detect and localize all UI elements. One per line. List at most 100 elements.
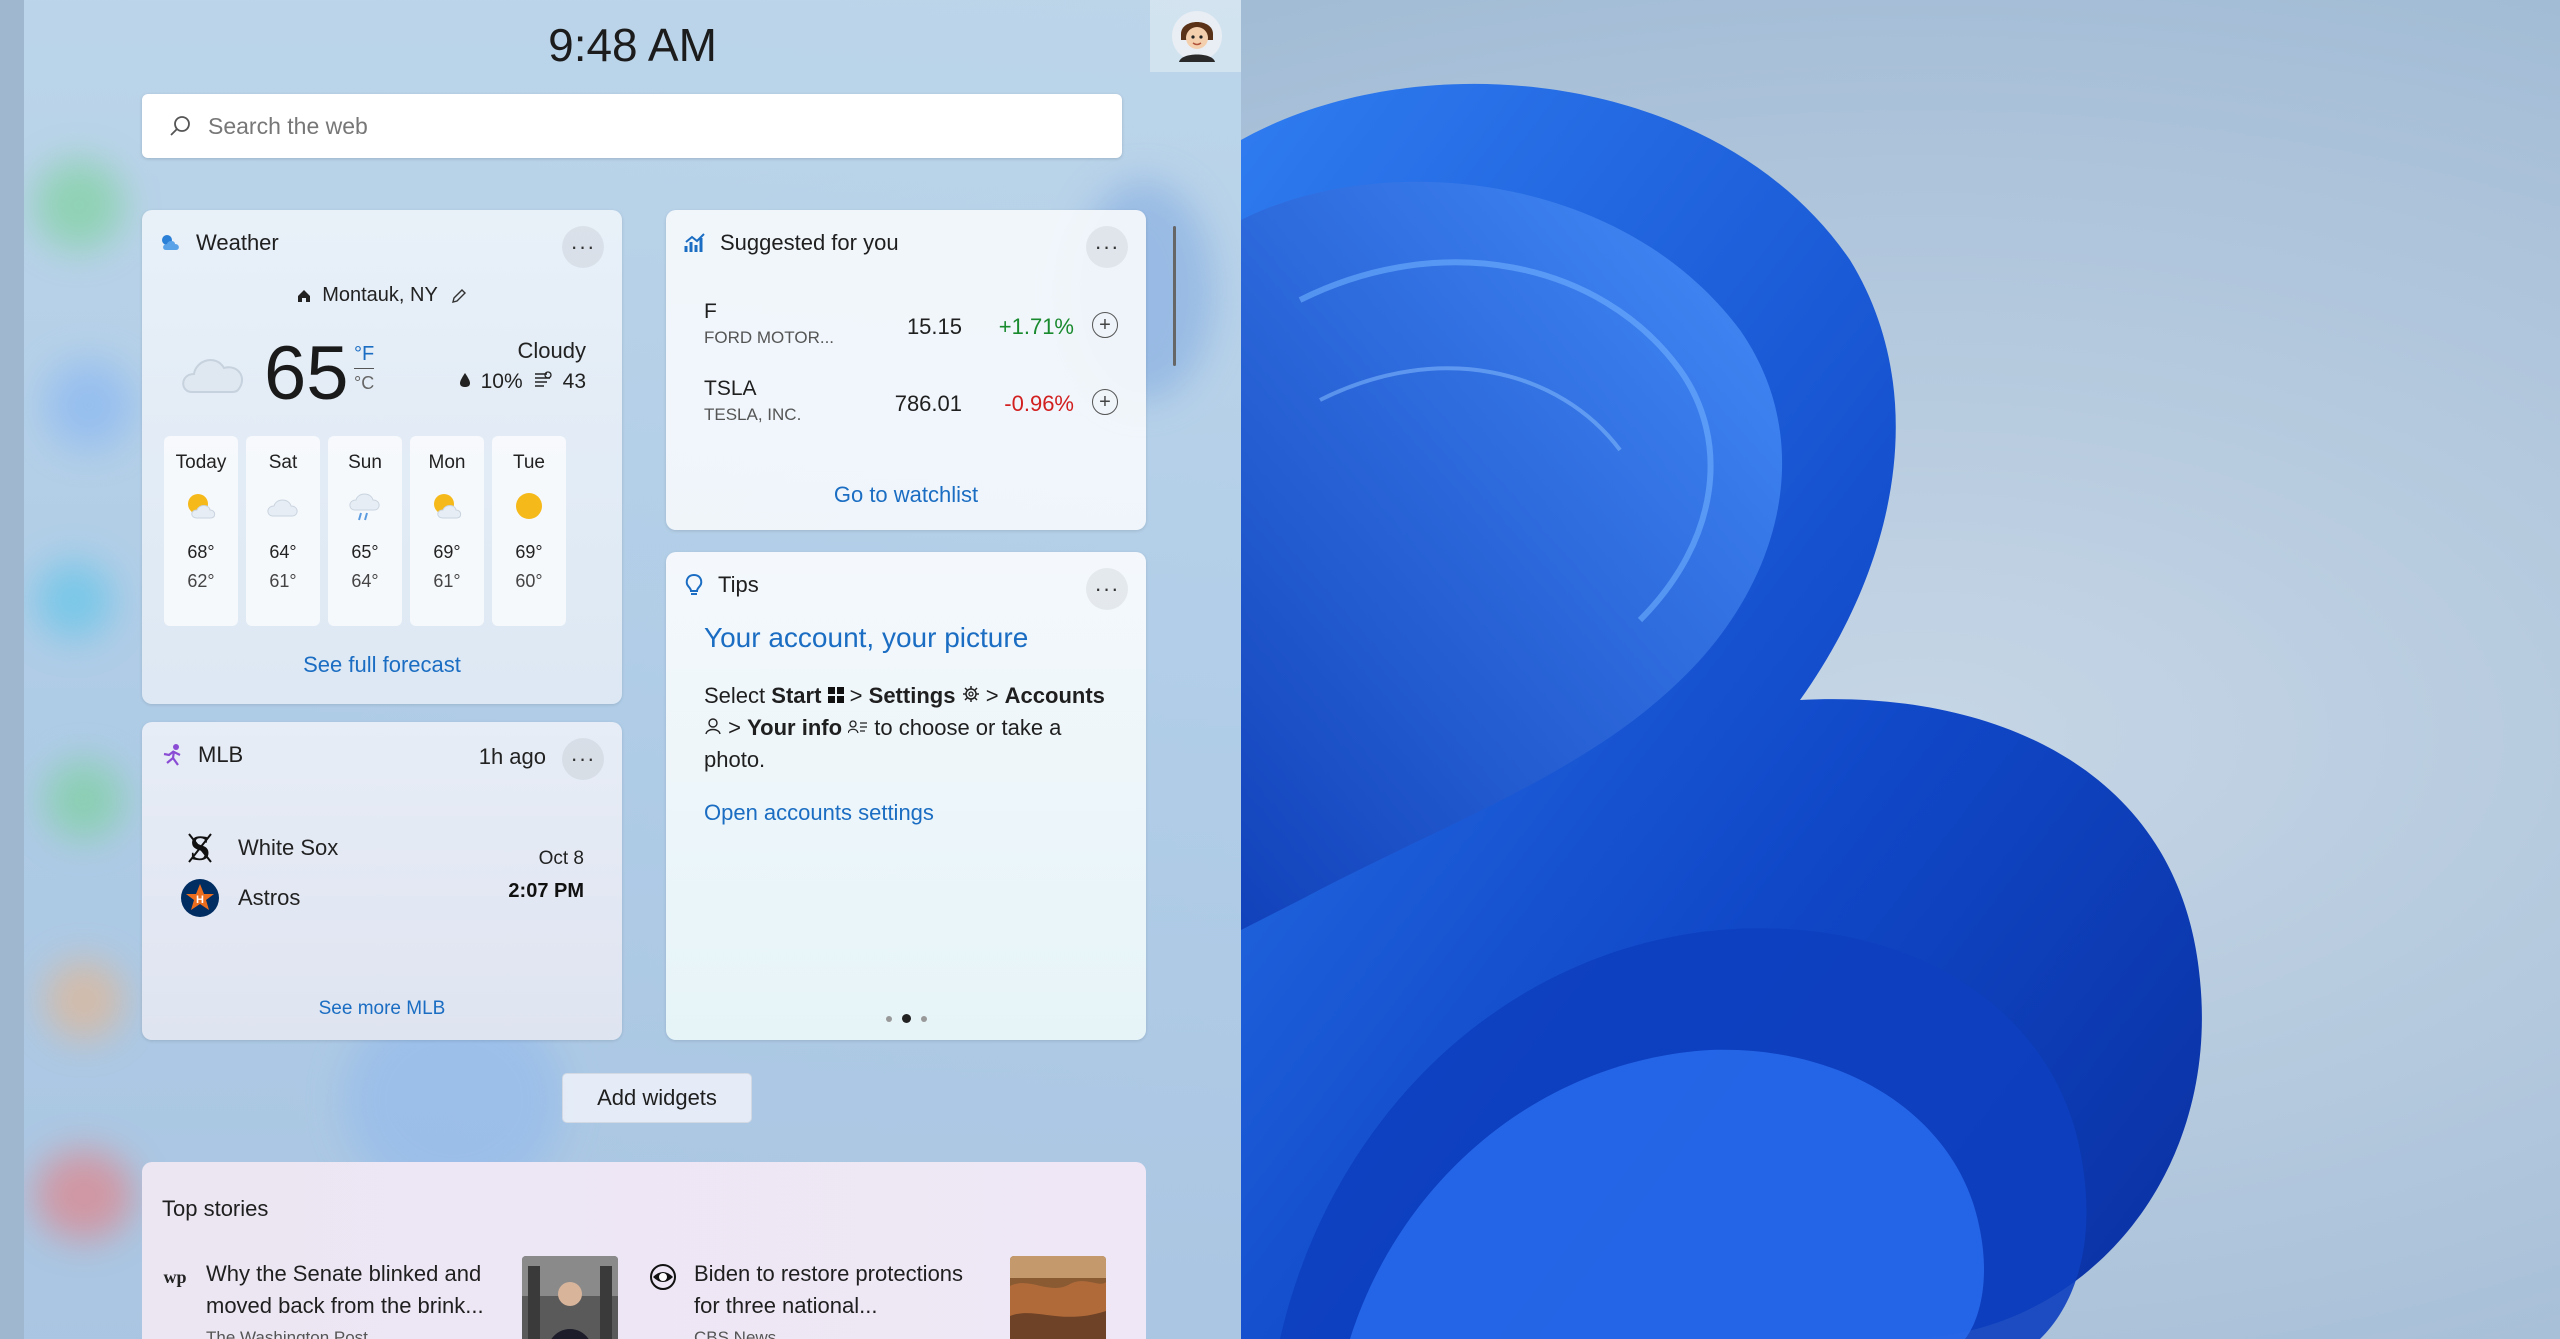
air-quality-icon [533, 370, 553, 394]
stock-row[interactable]: TSLA TESLA, INC. 786.01 -0.96% + [704, 377, 1118, 437]
lightbulb-icon [684, 573, 704, 597]
partly-sunny-icon [434, 494, 462, 519]
cloudy-icon [267, 499, 298, 517]
weather-location[interactable]: Montauk, NY [142, 284, 622, 307]
stocks-widget[interactable]: Suggested for you ··· F FORD MOTOR... 15… [666, 210, 1146, 530]
story-thumbnail[interactable] [522, 1256, 618, 1339]
team-name: White Sox [238, 835, 339, 860]
widgets-panel: 9:48 AM Weather ··· Montauk, NY [24, 0, 1241, 1339]
add-to-watchlist-button[interactable]: + [1092, 312, 1118, 338]
unit-c[interactable]: °C [354, 368, 375, 397]
go-to-watchlist-link[interactable]: Go to watchlist [666, 482, 1146, 508]
stock-name: FORD MOTOR... [704, 328, 835, 347]
unit-f[interactable]: °F [354, 340, 374, 368]
see-full-forecast-link[interactable]: See full forecast [142, 652, 622, 678]
mlb-widget[interactable]: MLB 1h ago ··· S White Sox H Astros Oct … [142, 722, 622, 1040]
top-stories-title: Top stories [162, 1196, 269, 1221]
forecast-day-label: Sat [268, 452, 298, 473]
search-icon [170, 116, 190, 136]
panel-scrollbar[interactable] [1173, 226, 1176, 366]
story-headline[interactable]: Why the Senate blinked and moved back fr… [206, 1258, 506, 1322]
cbs-eye-icon [650, 1264, 676, 1290]
baseball-runner-icon [160, 743, 184, 767]
story-card[interactable]: Biden to restore protections for three n… [650, 1256, 1120, 1339]
current-temperature: 65 [264, 331, 349, 416]
tip-separator: > [849, 683, 863, 708]
forecast-low: 62° [187, 571, 215, 591]
tip-pager[interactable] [666, 1014, 1146, 1023]
contact-card-icon [847, 720, 868, 734]
weather-widget[interactable]: Weather ··· Montauk, NY 65 °F °C Cloudy … [142, 210, 622, 704]
story-headline[interactable]: Biden to restore protections for three n… [694, 1258, 994, 1322]
stock-symbol: TSLA [704, 377, 757, 400]
edit-icon[interactable] [450, 287, 468, 305]
forecast-day[interactable]: Tue 69° 60° [492, 436, 566, 626]
stocks-more-button[interactable]: ··· [1086, 226, 1128, 268]
pager-dot[interactable] [885, 1015, 892, 1022]
forecast-high: 69° [433, 542, 461, 562]
profile-button[interactable] [1150, 0, 1241, 72]
sunny-icon [516, 493, 542, 519]
aqi-value: 43 [562, 370, 586, 393]
tips-widget[interactable]: Tips ··· Your account, your picture Sele… [666, 552, 1146, 1040]
search-input[interactable] [206, 111, 1010, 141]
story-card[interactable]: wp Why the Senate blinked and moved back… [162, 1256, 632, 1339]
rain-icon [349, 493, 380, 521]
tip-heading: Your account, your picture [704, 622, 1029, 653]
see-more-mlb-link[interactable]: See more MLB [142, 998, 622, 1020]
astros-logo: H [180, 878, 220, 918]
story-source: CBS News [694, 1328, 777, 1339]
team-name: Astros [238, 885, 301, 910]
forecast-high: 69° [515, 542, 543, 562]
weather-title: Weather [196, 230, 279, 255]
tip-accounts-label: Accounts [1004, 683, 1105, 708]
weather-widget-icon [160, 233, 182, 253]
game-date: Oct 8 [538, 848, 584, 869]
forecast-high: 68° [187, 542, 215, 562]
stock-symbol: F [704, 300, 717, 323]
mlb-updated-time: 1h ago [478, 744, 546, 769]
story-thumbnail[interactable] [1010, 1256, 1106, 1339]
stock-change: -0.96% [1004, 391, 1074, 416]
mlb-more-button[interactable]: ··· [562, 738, 604, 780]
tip-text: Select [704, 683, 766, 708]
weather-more-button[interactable]: ··· [562, 226, 604, 268]
forecast-low: 64° [351, 571, 379, 591]
location-label: Montauk, NY [322, 284, 438, 306]
weather-stats: 10% 43 [459, 370, 586, 394]
stock-chart-icon [684, 232, 706, 254]
search-box[interactable] [142, 94, 1122, 158]
tip-body: Select Start > Settings > Accounts > You… [704, 680, 1124, 776]
pager-dot-active[interactable] [901, 1014, 911, 1023]
open-accounts-settings-link[interactable]: Open accounts settings [704, 800, 934, 826]
tip-settings-label: Settings [868, 683, 956, 708]
stock-name: TESLA, INC. [704, 405, 802, 424]
forecast-day[interactable]: Sat 64° 61° [246, 436, 320, 626]
tips-more-button[interactable]: ··· [1086, 568, 1128, 610]
forecast-day[interactable]: Today 68° 62° [164, 436, 238, 626]
forecast-day-label: Mon [428, 452, 466, 473]
desktop-icon-strip [0, 0, 24, 1339]
stock-price: 786.01 [894, 391, 962, 416]
person-icon [705, 718, 721, 735]
gear-icon [962, 686, 979, 702]
white-sox-logo: S [180, 828, 220, 868]
pager-dot[interactable] [920, 1015, 927, 1022]
add-to-watchlist-button[interactable]: + [1092, 389, 1118, 415]
unit-toggle[interactable]: °F °C [354, 340, 375, 397]
stock-price: 15.15 [906, 314, 962, 339]
team-row[interactable]: S White Sox [180, 828, 338, 868]
add-widgets-button[interactable]: Add widgets [562, 1073, 752, 1123]
home-icon [298, 289, 311, 302]
tip-your-info-label: Your info [747, 715, 843, 740]
team-row[interactable]: H Astros [180, 878, 300, 918]
stocks-title: Suggested for you [720, 230, 899, 255]
forecast-low: 60° [515, 571, 543, 591]
stock-row[interactable]: F FORD MOTOR... 15.15 +1.71% + [704, 300, 1118, 360]
washington-post-icon: wp [163, 1266, 187, 1287]
forecast-day[interactable]: Mon 69° 61° [410, 436, 484, 626]
forecast-day[interactable]: Sun 65° 64° [328, 436, 402, 626]
partly-sunny-icon [188, 494, 216, 519]
tip-separator: > [985, 683, 999, 708]
precip-value: 10% [480, 370, 523, 393]
